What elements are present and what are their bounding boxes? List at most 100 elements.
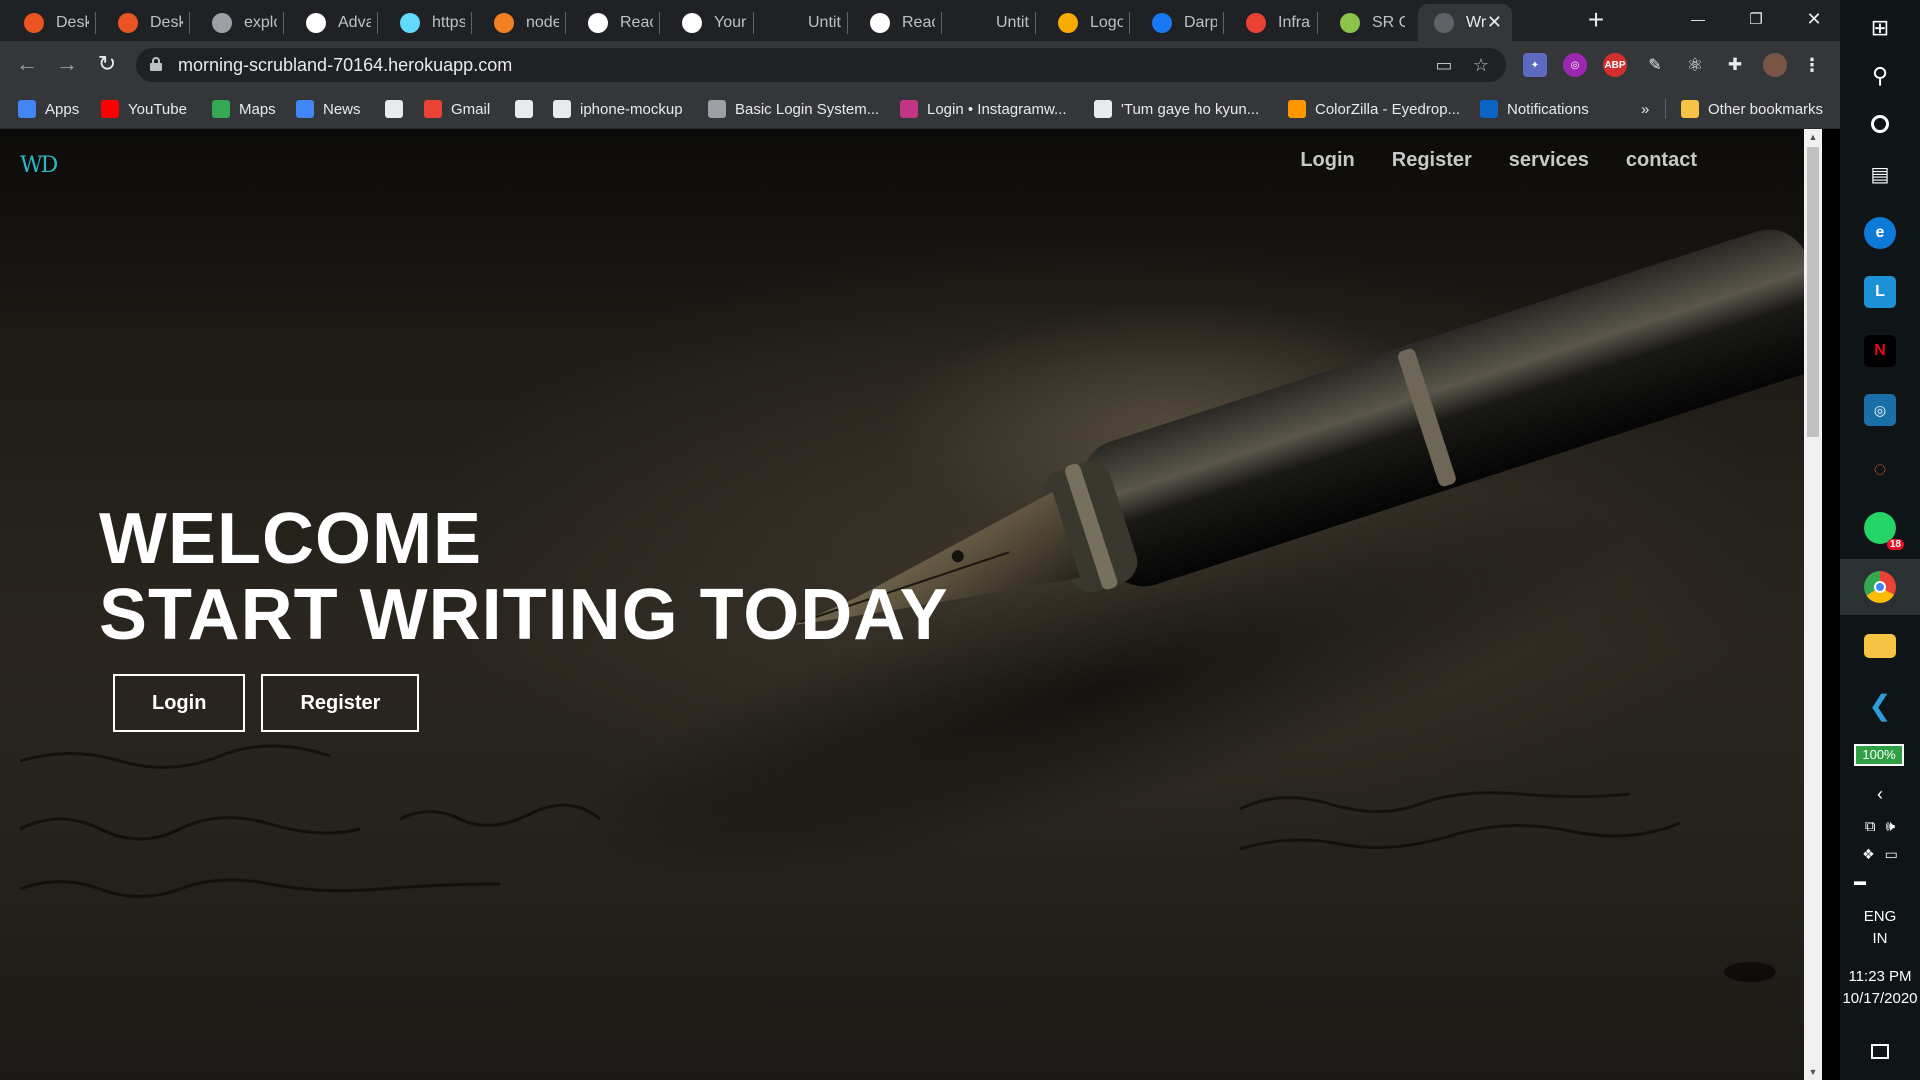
extensions-puzzle-icon[interactable]: ✚ <box>1723 53 1747 77</box>
bookmark-page-icon <box>588 12 608 33</box>
tab-14[interactable]: Infrastr <box>1230 4 1311 41</box>
tab-1[interactable]: Deskto <box>8 4 89 41</box>
bookmark-label: Login • Instagramw... <box>927 100 1067 118</box>
url-text[interactable]: morning-scrubland-70164.herokuapp.com <box>178 55 512 76</box>
forward-arrow-icon: → <box>56 51 78 76</box>
taskbar-chrome[interactable] <box>1840 559 1920 615</box>
taskbar-whatsapp[interactable]: 18 <box>1840 500 1920 556</box>
tab-10[interactable]: Reactif <box>854 4 935 41</box>
task-view-button[interactable]: ▤ <box>1840 146 1920 202</box>
tab-title: explora <box>244 13 277 31</box>
netflix-icon: N <box>1864 335 1896 367</box>
address-bar[interactable]: morning-scrubland-70164.herokuapp.com ▭ … <box>136 48 1506 82</box>
tab-13[interactable]: Darpar <box>1136 4 1217 41</box>
tab-title: Deskto <box>150 13 183 31</box>
menu-kebab-icon[interactable]: ⋮ <box>1800 53 1824 77</box>
taskbar-file-explorer[interactable] <box>1840 618 1920 674</box>
cast-icon[interactable]: ▭ <box>1432 53 1456 77</box>
bookmark-10[interactable]: Login • Instagramw... <box>900 98 1067 120</box>
tab-15[interactable]: SR Gro <box>1324 4 1405 41</box>
other-bookmarks-folder[interactable]: Other bookmarks <box>1681 98 1823 120</box>
close-tab-icon[interactable]: ✕ <box>1487 12 1502 33</box>
action-center-button[interactable] <box>1840 1030 1920 1072</box>
tab-6[interactable]: node.js <box>478 4 559 41</box>
taskbar-l-app[interactable]: L <box>1840 264 1920 320</box>
new-tab-button[interactable]: + <box>1581 6 1611 36</box>
adblock-plus-icon[interactable]: ABP <box>1603 53 1627 77</box>
back-button[interactable]: ← <box>10 47 44 81</box>
forward-button[interactable]: → <box>50 47 84 81</box>
scroll-thumb[interactable] <box>1807 147 1819 437</box>
bookmark-2[interactable]: YouTube <box>101 98 187 120</box>
bookmark-star-icon[interactable]: ☆ <box>1469 53 1493 77</box>
cortana-button[interactable] <box>1840 96 1920 152</box>
keyboard-icon[interactable]: ▬ <box>1854 874 1866 888</box>
tab-9[interactable]: Untitle <box>760 4 841 41</box>
hero-register-button[interactable]: Register <box>261 674 420 732</box>
folder-icon <box>1864 634 1896 658</box>
hero-heading-welcome: WELCOME <box>99 499 482 579</box>
restore-button[interactable]: ❐ <box>1727 0 1785 38</box>
tab-8[interactable]: Your Re <box>666 4 747 41</box>
chrome-icon <box>1864 571 1896 603</box>
tab-3[interactable]: explora <box>196 4 277 41</box>
nav-login-link[interactable]: Login <box>1300 149 1354 172</box>
page-scrollbar[interactable]: ▲ ▼ <box>1804 129 1822 1080</box>
clock-time[interactable]: 11:23 PM <box>1840 968 1920 985</box>
clock-date[interactable]: 10/17/2020 <box>1840 990 1920 1007</box>
bookmark-label: 'Tum gaye ho kyun... <box>1121 100 1260 118</box>
network-icon[interactable]: ⧉ <box>1865 818 1876 835</box>
eyedropper-extension-icon[interactable]: ✎ <box>1643 53 1667 77</box>
react-devtools-icon[interactable]: ⚛ <box>1683 53 1707 77</box>
display-icon[interactable]: ▭ <box>1885 846 1898 863</box>
extension-purple-icon[interactable]: ◎ <box>1563 53 1587 77</box>
bookmark-3[interactable]: Maps <box>212 98 276 120</box>
volume-icon[interactable]: 🕪 <box>1886 818 1895 835</box>
taskbar-ubuntu[interactable]: ◌ <box>1840 441 1920 497</box>
bookmark-7[interactable] <box>515 98 542 120</box>
language-indicator[interactable]: ENG <box>1840 908 1920 925</box>
tab-5[interactable]: https:/ <box>384 4 465 41</box>
tab-title: Darpar <box>1184 13 1217 31</box>
tab-2[interactable]: Deskto <box>102 4 183 41</box>
taskbar-netflix[interactable]: N <box>1840 323 1920 379</box>
bookmark-9[interactable]: Basic Login System... <box>708 98 879 120</box>
battery-indicator[interactable]: 100% <box>1854 744 1904 766</box>
tab-4[interactable]: Advanc <box>290 4 371 41</box>
bookmark-6[interactable]: Gmail <box>424 98 490 120</box>
bookmark-13[interactable]: Notifications <box>1480 98 1589 120</box>
scroll-down-arrow-icon[interactable]: ▼ <box>1804 1064 1822 1080</box>
close-icon: ✕ <box>1806 8 1822 29</box>
bookmark-4[interactable]: News <box>296 98 361 120</box>
profile-avatar[interactable] <box>1763 53 1787 77</box>
extension-puzzle-color-icon[interactable]: ✦ <box>1523 53 1547 77</box>
close-window-button[interactable]: ✕ <box>1785 0 1843 38</box>
globe-icon <box>553 100 571 118</box>
bookmark-1[interactable]: Apps <box>18 98 79 120</box>
apps-grid-icon <box>18 100 36 118</box>
show-hidden-icons-button[interactable]: ‹ <box>1840 776 1920 812</box>
taskbar-instagram[interactable]: ◎ <box>1840 382 1920 438</box>
region-indicator[interactable]: IN <box>1840 930 1920 947</box>
tab-11[interactable]: Untitle <box>948 4 1029 41</box>
nav-register-link[interactable]: Register <box>1392 149 1472 172</box>
bookmark-12[interactable]: ColorZilla - Eyedrop... <box>1288 98 1460 120</box>
reload-button[interactable]: ↻ <box>90 47 124 81</box>
tab-7[interactable]: Reactif <box>572 4 653 41</box>
taskbar-vscode[interactable]: ❮ <box>1840 677 1920 733</box>
bookmark-5[interactable] <box>385 98 412 120</box>
taskbar-edge[interactable]: e <box>1840 205 1920 261</box>
site-logo[interactable]: WD <box>20 153 58 178</box>
bookmarks-overflow-button[interactable]: » <box>1641 98 1649 120</box>
scroll-up-arrow-icon[interactable]: ▲ <box>1804 129 1822 145</box>
tab-12[interactable]: Logo M <box>1042 4 1123 41</box>
nav-services-link[interactable]: services <box>1509 149 1589 172</box>
hero-login-button[interactable]: Login <box>113 674 246 732</box>
bookmark-11[interactable]: 'Tum gaye ho kyun... <box>1094 98 1259 120</box>
minimize-button[interactable]: — <box>1669 0 1727 38</box>
nav-contact-link[interactable]: contact <box>1626 149 1697 172</box>
bookmark-8[interactable]: iphone-mockup <box>553 98 683 120</box>
tab-16[interactable]: Wri✕ <box>1418 4 1512 41</box>
dropbox-icon[interactable]: ❖ <box>1862 846 1875 863</box>
minimize-icon: — <box>1691 11 1705 27</box>
